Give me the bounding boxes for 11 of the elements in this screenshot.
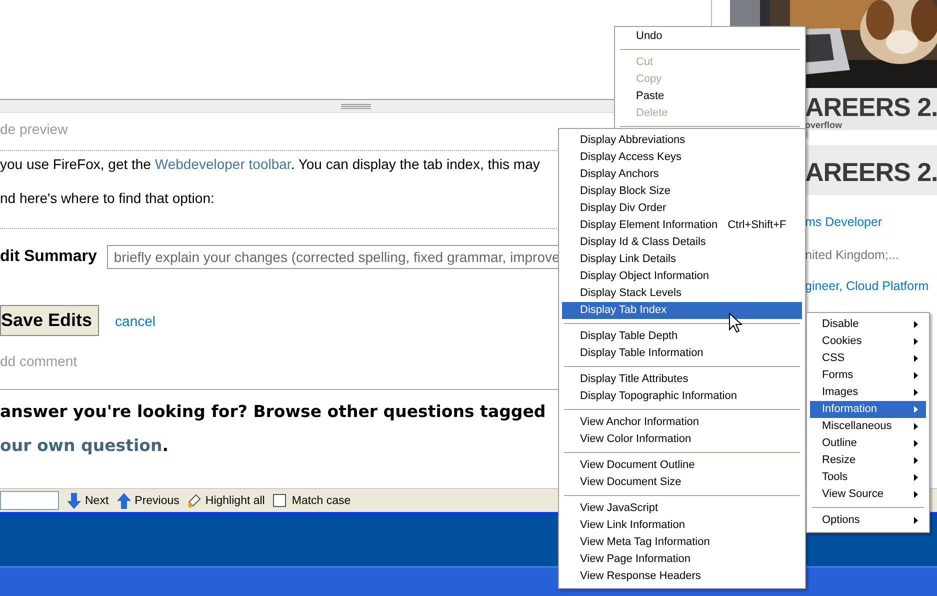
- summary-label: dit Summary: [0, 247, 97, 267]
- question-heading: answer you're looking for? Browse other questions tagged: [0, 402, 546, 422]
- paragraph: you use FireFox, get the Webdeveloper toolbar. You can display the tab index, this may: [0, 156, 540, 173]
- job-location: nited Kingdom;...: [805, 247, 899, 264]
- paragraph: nd here's where to find that option:: [0, 190, 214, 207]
- banner-title: AREERS 2.: [805, 156, 937, 189]
- preview-label: de preview: [0, 121, 69, 138]
- period-text: .: [162, 436, 169, 455]
- banner-subtitle: overflow: [805, 121, 844, 129]
- banner-title: AREERS 2.: [805, 91, 937, 122]
- match-case-label: Match case: [292, 494, 351, 506]
